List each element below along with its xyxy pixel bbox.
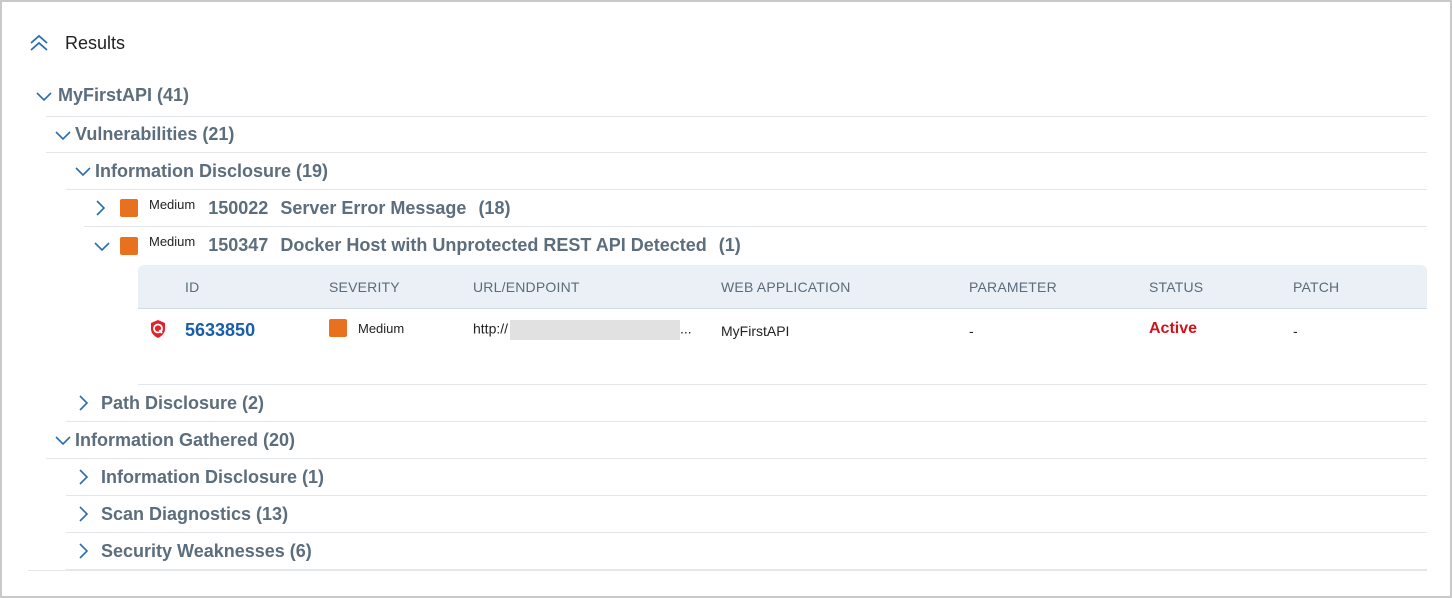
qid-number: 150022 [208, 197, 269, 218]
tree-node-label: Scan Diagnostics (13) [101, 503, 289, 524]
tree-node-label: Security Weaknesses (6) [101, 540, 312, 561]
tree-node-ig-information-disclosure[interactable]: Information Disclosure (1) [66, 459, 1427, 496]
column-header-web-application[interactable]: WEB APPLICATION [721, 279, 851, 295]
qid-count: (1) [718, 235, 741, 255]
tree-node-vulnerabilities[interactable]: Vulnerabilities (21) [46, 116, 1427, 153]
qid-row[interactable]: Medium 150347 Docker Host with Unprotect… [84, 227, 1427, 264]
tree-node-api[interactable]: MyFirstAPI (41) [28, 77, 1427, 114]
chevron-right-icon[interactable] [77, 543, 89, 559]
severity-label: Medium [149, 234, 196, 249]
tree-node-label: Vulnerabilities (21) [75, 124, 235, 144]
tree-node-path-disclosure[interactable]: Path Disclosure (2) [66, 385, 1427, 422]
tree-node-information-gathered[interactable]: Information Gathered (20) [46, 422, 1427, 459]
chevron-down-icon[interactable] [55, 127, 71, 143]
results-title: Results [65, 32, 126, 53]
column-header-patch[interactable]: PATCH [1293, 279, 1339, 295]
column-header-url[interactable]: URL/ENDPOINT [473, 279, 580, 295]
qid-title: Docker Host with Unprotected REST API De… [280, 235, 707, 255]
chevron-down-icon[interactable] [36, 88, 52, 104]
chevron-down-icon[interactable] [75, 163, 91, 179]
chevron-down-icon[interactable] [55, 432, 71, 448]
tree-node-label: Information Gathered (20) [75, 429, 296, 450]
column-header-parameter[interactable]: PARAMETER [969, 279, 1057, 295]
chevron-right-icon[interactable] [77, 506, 89, 522]
qualys-shield-icon [149, 319, 167, 342]
chevron-right-icon[interactable] [77, 469, 89, 485]
detection-id-link[interactable]: 5633850 [185, 320, 255, 341]
detections-table-header: ID SEVERITY URL/ENDPOINT WEB APPLICATION… [138, 265, 1427, 309]
qid-title: Server Error Message [280, 197, 467, 218]
double-chevron-up-icon[interactable] [28, 32, 50, 54]
chevron-right-icon[interactable] [77, 395, 89, 411]
column-header-severity[interactable]: SEVERITY [329, 279, 400, 295]
severity-medium-icon [329, 319, 347, 340]
column-header-status[interactable]: STATUS [1149, 279, 1203, 295]
column-header-id[interactable]: ID [185, 279, 199, 295]
divider [28, 570, 1427, 571]
tree-node-label: Path Disclosure (2) [101, 392, 265, 413]
tree-node-security-weaknesses[interactable]: Security Weaknesses (6) [66, 533, 1427, 570]
qid-number: 150347 [208, 235, 269, 255]
qid-count: (18) [478, 197, 511, 218]
tree-node-label: Information Disclosure (1) [101, 466, 325, 487]
status-badge: Active [1149, 320, 1198, 337]
tree-node-label: Information Disclosure (19) [95, 160, 329, 181]
table-row[interactable]: 5633850 Medium http://... MyFirstAPI - A… [138, 309, 1427, 385]
chevron-down-icon[interactable] [94, 238, 110, 254]
parameter: - [969, 323, 974, 339]
severity-medium-icon [120, 236, 138, 255]
patch: - [1293, 323, 1298, 339]
chevron-right-icon[interactable] [94, 200, 106, 216]
qid-row[interactable]: Medium 150022 Server Error Message (18) [84, 190, 1427, 227]
tree-node-label: MyFirstAPI (41) [58, 85, 190, 105]
tree-node-scan-diagnostics[interactable]: Scan Diagnostics (13) [66, 496, 1427, 533]
url-endpoint: http://... [473, 320, 692, 340]
severity-label: Medium [358, 321, 405, 336]
severity-medium-icon [120, 199, 138, 217]
results-header: Results [28, 30, 125, 56]
redacted-url-block [510, 320, 681, 340]
tree-node-information-disclosure[interactable]: Information Disclosure (19) [66, 153, 1427, 190]
severity-label: Medium [149, 196, 196, 212]
web-application: MyFirstAPI [721, 323, 790, 339]
